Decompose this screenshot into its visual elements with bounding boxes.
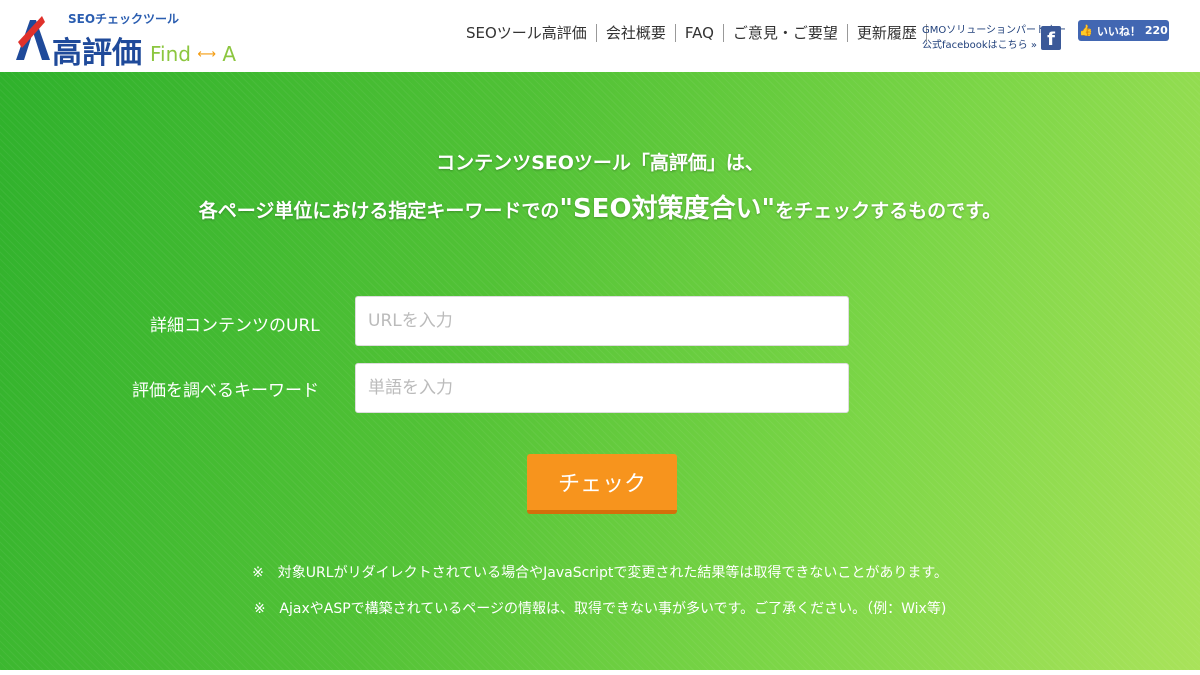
note-redirect: ※ 対象URLがリダイレクトされている場合やJavaScriptで変更された結果…: [252, 565, 948, 581]
nav-item-faq[interactable]: FAQ: [676, 24, 724, 42]
url-input[interactable]: [355, 296, 849, 346]
site-logo[interactable]: SEOチェックツール 高評価 Find ⟷ A: [12, 6, 252, 71]
keyword-input[interactable]: [355, 363, 849, 413]
logo-a-letter: A: [222, 42, 237, 66]
like-label: いいね！: [1096, 24, 1141, 38]
facebook-like-button[interactable]: 👍 いいね！ 220: [1078, 20, 1169, 41]
nav-item-feedback[interactable]: ご意見・ご要望: [724, 24, 848, 42]
like-count: 220: [1144, 24, 1168, 37]
logo-find-text: Find ⟷ A: [150, 42, 236, 66]
headline-pre: 各ページ単位における指定キーワードでの: [198, 200, 560, 222]
note-ajax: ※ AjaxやASPで構築されているページの情報は、取得できない事が多いです。ご…: [253, 601, 947, 617]
logo-subtitle: SEOチェックツール: [68, 12, 180, 26]
hero-headline-line1: コンテンツSEOツール「高評価」は、: [436, 152, 764, 174]
headline-post: をチェックするものです。: [775, 200, 1002, 222]
thumbs-up-icon: 👍: [1079, 24, 1093, 37]
check-button[interactable]: チェック: [527, 454, 677, 514]
main-nav: SEOツール高評価 会社概要 FAQ ご意見・ご要望 更新履歴: [458, 22, 927, 44]
logo-mark-icon: [16, 16, 50, 60]
nav-item-changelog[interactable]: 更新履歴: [848, 24, 927, 42]
nav-item-company[interactable]: 会社概要: [597, 24, 676, 42]
hero-headline-line2: 各ページ単位における指定キーワードでの"SEO対策度合い"をチェックするものです…: [0, 188, 1200, 225]
bottom-strip: [0, 670, 1200, 675]
logo-find-word: Find: [150, 42, 191, 66]
site-header: SEOチェックツール 高評価 Find ⟷ A SEOツール高評価 会社概要 F…: [0, 0, 1200, 72]
facebook-icon[interactable]: f: [1041, 26, 1061, 50]
headline-emphasis: "SEO対策度合い": [559, 194, 776, 224]
nav-item-seo-tool[interactable]: SEOツール高評価: [458, 24, 597, 42]
logo-title: 高評価: [52, 36, 142, 71]
url-label: 詳細コンテンツのURL: [150, 316, 320, 336]
logo-arrow-icon: ⟷: [197, 47, 216, 62]
keyword-label: 評価を調べるキーワード: [132, 381, 319, 401]
